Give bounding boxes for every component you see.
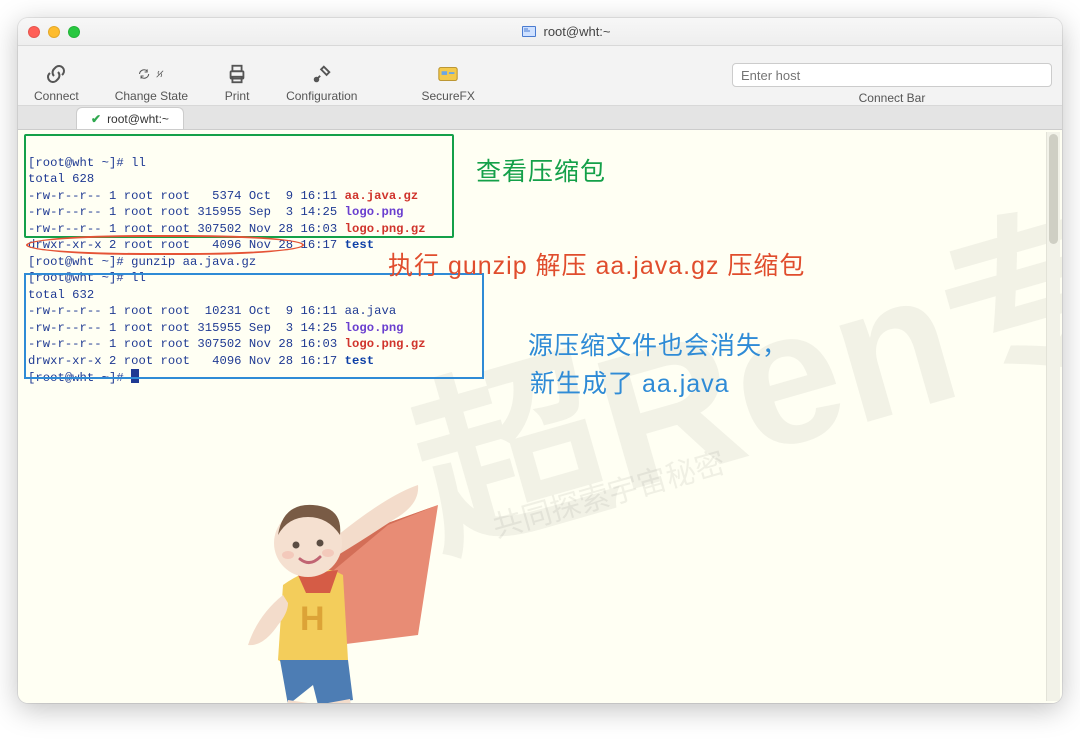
command-gunzip: gunzip aa.java.gz — [131, 255, 256, 269]
toolbar: Connect Change State Print Configura — [18, 46, 1062, 106]
titlebar: root@wht:~ — [18, 18, 1062, 46]
print-button[interactable]: Print — [218, 59, 256, 105]
file-gz: logo.png.gz — [345, 337, 426, 351]
zoom-icon[interactable] — [68, 26, 80, 38]
annotation-text-blue-2: 新生成了 aa.java — [530, 368, 730, 401]
prompt: [root@wht ~]# — [28, 156, 131, 170]
command-ll: ll — [131, 156, 146, 170]
traffic-lights — [28, 26, 80, 38]
check-icon: ✔ — [91, 112, 101, 126]
securefx-button[interactable]: SecureFX — [415, 59, 480, 105]
vertical-scrollbar[interactable] — [1046, 132, 1060, 701]
annotation-text-green: 查看压缩包 — [476, 156, 606, 189]
toolbar-label: Print — [225, 89, 250, 103]
file-png: logo.png — [345, 321, 404, 335]
file-gz: aa.java.gz — [345, 189, 419, 203]
prompt: [root@wht ~]# — [28, 371, 131, 385]
list-row: -rw-r--r-- 1 root root 5374 Oct 9 16:11 — [28, 189, 345, 203]
list-row: -rw-r--r-- 1 root root 10231 Oct 9 16:11 — [28, 304, 345, 318]
list-row: -rw-r--r-- 1 root root 307502 Nov 28 16:… — [28, 222, 345, 236]
cursor — [131, 369, 139, 383]
configuration-button[interactable]: Configuration — [280, 59, 363, 105]
securefx-icon — [435, 61, 461, 87]
prompt: [root@wht ~]# — [28, 271, 131, 285]
tab-label: root@wht:~ — [107, 112, 169, 126]
prompt: [root@wht ~]# — [28, 255, 131, 269]
list-row: drwxr-xr-x 2 root root 4096 Nov 28 16:17 — [28, 238, 345, 252]
file-java: aa.java — [345, 304, 397, 318]
total-line: total 632 — [28, 288, 94, 302]
toolbar-label: Change State — [115, 89, 188, 103]
annotation-text-red: 执行 gunzip 解压 aa.java.gz 压缩包 — [388, 250, 805, 283]
toolbar-label: Connect — [34, 89, 79, 103]
window-title: root@wht:~ — [543, 24, 610, 39]
list-row: drwxr-xr-x 2 root root 4096 Nov 28 16:17 — [28, 354, 345, 368]
link-icon — [43, 61, 69, 87]
tab-strip: ✔ root@wht:~ — [18, 106, 1062, 130]
dir-test: test — [345, 354, 374, 368]
host-input[interactable] — [732, 63, 1052, 87]
session-tab[interactable]: ✔ root@wht:~ — [76, 107, 184, 129]
scrollbar-thumb[interactable] — [1049, 134, 1058, 244]
printer-icon — [224, 61, 250, 87]
total-line: total 628 — [28, 172, 94, 186]
hero-illustration: H — [188, 465, 448, 703]
connect-bar-label: Connect Bar — [859, 91, 926, 105]
toolbar-label: SecureFX — [421, 89, 474, 103]
file-png: logo.png — [345, 205, 404, 219]
app-window: root@wht:~ Connect Change State — [18, 18, 1062, 703]
annotation-text-blue-1: 源压缩文件也会消失， — [528, 330, 788, 363]
command-ll: ll — [131, 271, 146, 285]
terminal-icon — [521, 24, 537, 40]
close-icon[interactable] — [28, 26, 40, 38]
terminal-pane[interactable]: 超Ren专属 共同探索宇宙秘密 [root@wht ~]# ll total 6… — [18, 130, 1062, 703]
svg-text:H: H — [300, 600, 325, 638]
change-state-button[interactable]: Change State — [109, 59, 194, 105]
list-row: -rw-r--r-- 1 root root 315955 Sep 3 14:2… — [28, 321, 345, 335]
refresh-icon — [138, 61, 164, 87]
list-row: -rw-r--r-- 1 root root 307502 Nov 28 16:… — [28, 337, 345, 351]
file-gz: logo.png.gz — [345, 222, 426, 236]
tools-icon — [309, 61, 335, 87]
toolbar-label: Configuration — [286, 89, 357, 103]
minimize-icon[interactable] — [48, 26, 60, 38]
dir-test: test — [345, 238, 374, 252]
list-row: -rw-r--r-- 1 root root 315955 Sep 3 14:2… — [28, 205, 345, 219]
watermark-small: 共同探索宇宙秘密 — [487, 438, 730, 546]
connect-button[interactable]: Connect — [28, 59, 85, 105]
